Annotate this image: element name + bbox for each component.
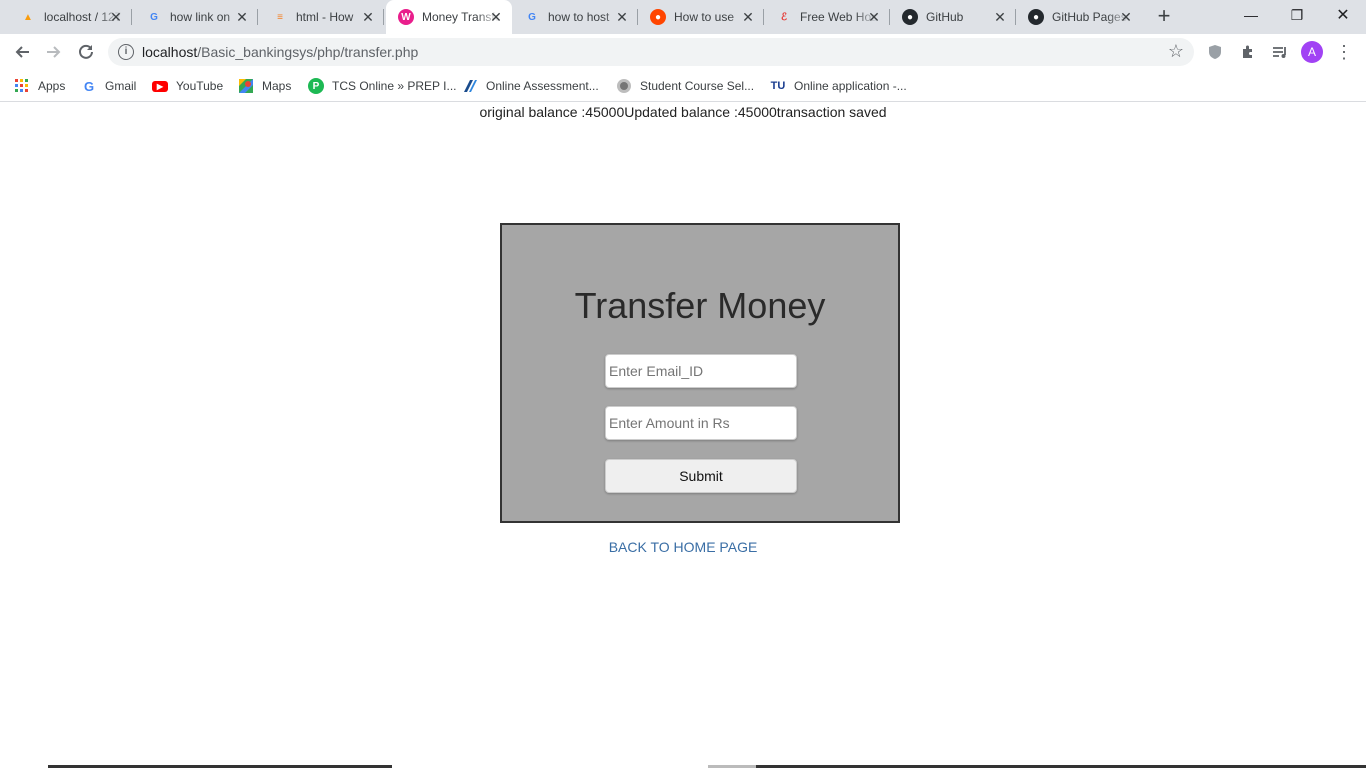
bookmark-online-application[interactable]: TU Online application -... [770,76,907,96]
tab-reddit[interactable]: ● How to use ✕ [638,0,764,34]
transfer-form: Transfer Money Submit [500,223,900,523]
transaction-status-message: original balance :45000Updated balance :… [479,104,887,120]
tab-free-web-hosting[interactable]: ℰ Free Web Hosting ✕ [764,0,890,34]
webhost-icon: ℰ [780,11,788,23]
browser-toolbar: i localhost/Basic_bankingsys/php/transfe… [0,34,1366,70]
bookmark-label: Apps [38,79,66,93]
prep-icon: P [308,78,324,94]
close-icon[interactable]: ✕ [1118,9,1134,25]
apps-grid-icon [14,78,30,94]
new-tab-button[interactable]: + [1152,5,1176,29]
profile-avatar[interactable]: A [1301,41,1323,63]
bookmark-label: Student Course Sel... [640,79,755,93]
stackoverflow-icon: ≡ [277,11,283,23]
submit-button[interactable]: Submit [605,459,797,493]
forward-button[interactable] [40,38,68,66]
arrow-right-icon [47,46,61,58]
wamp-icon: W [398,9,414,25]
github-icon: ● [1028,9,1044,25]
bookmark-label: Online application -... [794,79,907,93]
tab-github-pages[interactable]: ● GitHub Pages ✕ [1016,0,1142,34]
taskbar-edge [0,764,1366,768]
window-close-button[interactable]: ✕ [1320,0,1366,30]
tu-icon: TU [770,80,786,92]
tab-strip: ▲ localhost / 127.0.0.1 ✕ G how link on … [0,0,1366,34]
bookmark-maps[interactable]: Maps [238,76,291,96]
reload-icon [79,44,93,59]
bookmark-label: Online Assessment... [486,79,599,93]
bookmark-star-icon[interactable]: ☆ [1168,41,1184,62]
extensions-puzzle-icon[interactable] [1238,42,1258,62]
email-field[interactable] [605,354,797,388]
bookmark-online-assessment[interactable]: Online Assessment... [462,76,599,96]
google-icon: G [528,11,536,23]
google-icon: G [83,78,95,94]
bookmark-student-course[interactable]: Student Course Sel... [616,76,754,96]
bookmark-label: Maps [262,79,292,93]
restore-button[interactable]: ❐ [1274,0,1320,30]
google-icon: G [150,11,158,23]
page-title: Transfer Money [574,285,826,326]
maps-icon [238,78,254,94]
assessment-icon [462,78,478,94]
close-icon[interactable]: ✕ [488,9,504,25]
amount-field[interactable] [605,406,797,440]
github-icon: ● [902,9,918,25]
tab-google-how-to-host[interactable]: G how to host ✕ [512,0,638,34]
reddit-icon: ● [650,9,666,25]
back-button[interactable] [8,38,36,66]
info-icon[interactable]: i [118,44,134,60]
tab-money-transfer[interactable]: W Money Transfer ✕ [386,0,512,34]
url-host: localhost [142,44,198,60]
reload-button[interactable] [72,38,100,66]
shield-extension-icon[interactable] [1205,42,1225,62]
youtube-icon: ▶ [152,80,168,92]
minimize-button[interactable]: — [1228,0,1274,30]
close-icon[interactable]: ✕ [740,9,756,25]
media-queue-icon[interactable] [1270,42,1290,62]
close-icon[interactable]: ✕ [360,9,376,25]
bookmarks-bar: Apps G Gmail ▶ YouTube Maps P TCS Online… [0,70,1366,102]
phpmyadmin-icon: ▲ [23,11,33,23]
url-path: /Basic_bankingsys/php/transfer.php [197,44,419,60]
tab-github[interactable]: ● GitHub ✕ [890,0,1016,34]
bookmark-gmail[interactable]: G Gmail [81,76,136,96]
bookmark-label: YouTube [176,79,224,93]
college-seal-icon [616,78,632,94]
bookmark-tcs-prep[interactable]: P TCS Online » PREP I... [308,76,457,96]
bookmark-apps[interactable]: Apps [14,76,65,96]
bookmark-youtube[interactable]: ▶ YouTube [152,76,223,96]
close-icon[interactable]: ✕ [614,9,630,25]
close-icon[interactable]: ✕ [866,9,882,25]
tab-google-how-link[interactable]: G how link on ✕ [134,0,258,34]
close-icon[interactable]: ✕ [234,9,250,25]
address-bar[interactable]: i localhost/Basic_bankingsys/php/transfe… [108,38,1194,66]
back-to-home-link[interactable]: BACK TO HOME PAGE [0,539,1366,555]
close-icon[interactable]: ✕ [108,9,124,25]
bookmark-label: Gmail [105,79,137,93]
tab-stackoverflow[interactable]: ≡ html - How ✕ [260,0,384,34]
close-icon[interactable]: ✕ [992,9,1008,25]
url-text[interactable]: localhost/Basic_bankingsys/php/transfer.… [142,44,418,60]
bookmark-label: TCS Online » PREP I... [332,79,457,93]
tab-localhost[interactable]: ▲ localhost / 127.0.0.1 ✕ [8,0,132,34]
arrow-left-icon [15,46,29,58]
menu-kebab-icon[interactable]: ⋮ [1334,42,1354,62]
